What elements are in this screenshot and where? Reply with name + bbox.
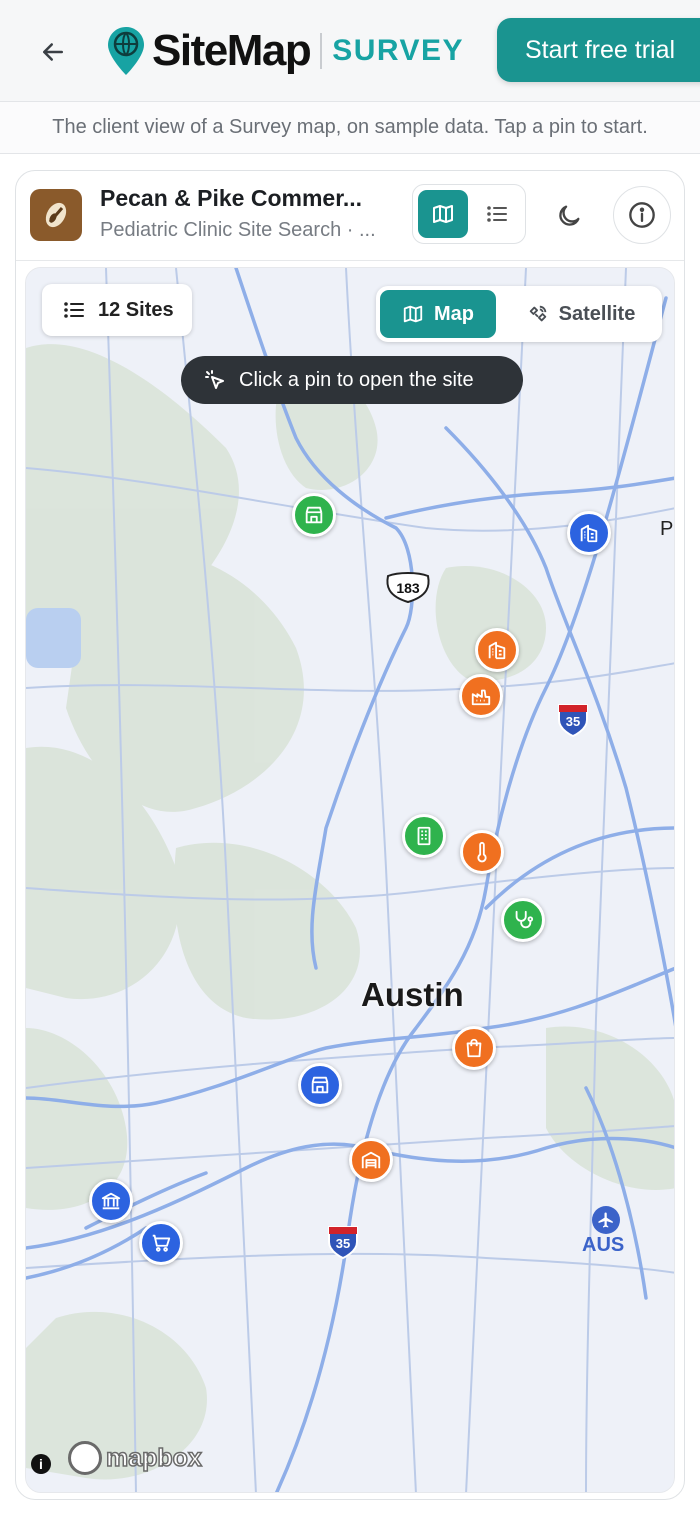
storefront-icon bbox=[305, 506, 323, 524]
interstate-35-label-south: 35 bbox=[336, 1236, 350, 1251]
airport-label: AUS bbox=[582, 1234, 625, 1256]
brand-logo: SiteMap SURVEY bbox=[106, 24, 464, 78]
arrow-left-icon bbox=[43, 43, 63, 61]
cart-icon bbox=[152, 1234, 171, 1252]
map-style-toggle: Map Satellite bbox=[376, 286, 662, 342]
map-style-map-button[interactable]: Map bbox=[380, 290, 496, 338]
map-style-map-label: Map bbox=[434, 302, 474, 325]
map-edge-label: P bbox=[660, 518, 674, 540]
back-button[interactable] bbox=[34, 33, 72, 71]
dark-mode-button[interactable] bbox=[546, 193, 592, 239]
site-pin-warehouse[interactable] bbox=[349, 1138, 393, 1182]
map-icon bbox=[433, 205, 453, 223]
site-pin-shopping-bag[interactable] bbox=[452, 1026, 496, 1070]
interstate-35-shield-north: 35 bbox=[558, 704, 588, 738]
interstate-35-label-north: 35 bbox=[566, 714, 580, 729]
site-pin-building[interactable] bbox=[402, 814, 446, 858]
warehouse-icon bbox=[361, 1151, 381, 1169]
attribution-info-button[interactable]: i bbox=[31, 1454, 51, 1474]
site-pin-storefront[interactable] bbox=[292, 493, 336, 537]
highway-183-shield: 183 bbox=[386, 572, 430, 604]
list-icon bbox=[64, 302, 84, 318]
pecan-icon bbox=[45, 202, 67, 228]
app-header: SiteMap SURVEY Start free trial bbox=[0, 0, 700, 102]
factory-icon bbox=[471, 689, 491, 706]
project-title: Pecan & Pike Commer... bbox=[100, 185, 363, 211]
project-subtitle: Pediatric Clinic Site Search · ... bbox=[100, 219, 376, 241]
pointer-click-icon bbox=[205, 370, 224, 389]
storefront-icon bbox=[311, 1076, 329, 1094]
map-canvas[interactable]: 12 Sites Map Satellite Click a pin to op… bbox=[25, 267, 675, 1493]
sites-count-label: 12 Sites bbox=[98, 298, 174, 321]
page-subtitle: The client view of a Survey map, on samp… bbox=[0, 102, 700, 154]
thermometer-icon bbox=[477, 841, 487, 863]
survey-map-card: Pecan & Pike Commer... Pediatric Clinic … bbox=[15, 170, 685, 1500]
office-building-icon bbox=[580, 524, 598, 543]
brand-product: SURVEY bbox=[332, 34, 465, 67]
highway-183-label: 183 bbox=[396, 580, 420, 596]
map-base-layer bbox=[26, 268, 674, 1492]
site-pin-thermometer[interactable] bbox=[460, 830, 504, 874]
list-view-button[interactable] bbox=[473, 190, 521, 238]
info-icon bbox=[629, 202, 655, 228]
moon-icon bbox=[559, 205, 580, 226]
brand-divider bbox=[320, 33, 323, 69]
brand-name: SiteMap bbox=[152, 26, 312, 75]
globe-pin-icon bbox=[108, 27, 144, 75]
mapbox-logo-mark bbox=[68, 1441, 102, 1475]
stethoscope-icon bbox=[515, 910, 534, 929]
info-button[interactable] bbox=[613, 186, 671, 244]
shopping-bag-icon bbox=[466, 1038, 482, 1058]
satellite-icon bbox=[529, 305, 546, 322]
map-hint-tooltip: Click a pin to open the site bbox=[181, 356, 523, 404]
map-hint-text: Click a pin to open the site bbox=[239, 368, 474, 391]
view-toggle bbox=[412, 184, 526, 244]
site-pin-office-building[interactable] bbox=[475, 628, 519, 672]
card-header: Pecan & Pike Commer... Pediatric Clinic … bbox=[16, 171, 684, 261]
sites-list-button[interactable]: 12 Sites bbox=[42, 284, 192, 336]
site-pin-cart[interactable] bbox=[139, 1221, 183, 1265]
interstate-35-shield-south: 35 bbox=[328, 1226, 358, 1260]
mapbox-logo-text: mapbox bbox=[105, 1443, 202, 1473]
building-icon bbox=[417, 826, 431, 846]
site-pin-factory[interactable] bbox=[459, 674, 503, 718]
map-style-satellite-button[interactable]: Satellite bbox=[506, 290, 656, 338]
map-icon bbox=[403, 305, 423, 323]
start-free-trial-button[interactable]: Start free trial bbox=[497, 18, 700, 82]
site-pin-bank[interactable] bbox=[89, 1179, 133, 1223]
site-pin-office-building[interactable] bbox=[567, 511, 611, 555]
map-style-satellite-label: Satellite bbox=[558, 302, 636, 325]
airport-icon bbox=[592, 1206, 620, 1234]
site-pin-stethoscope[interactable] bbox=[501, 898, 545, 942]
project-logo bbox=[30, 189, 82, 241]
bank-icon bbox=[101, 1192, 121, 1210]
list-icon bbox=[487, 206, 507, 222]
site-pin-storefront[interactable] bbox=[298, 1063, 342, 1107]
map-view-button[interactable] bbox=[418, 190, 468, 238]
office-building-icon bbox=[488, 641, 506, 660]
mapbox-logo: mapbox bbox=[68, 1441, 203, 1475]
city-label: Austin bbox=[361, 976, 464, 1013]
